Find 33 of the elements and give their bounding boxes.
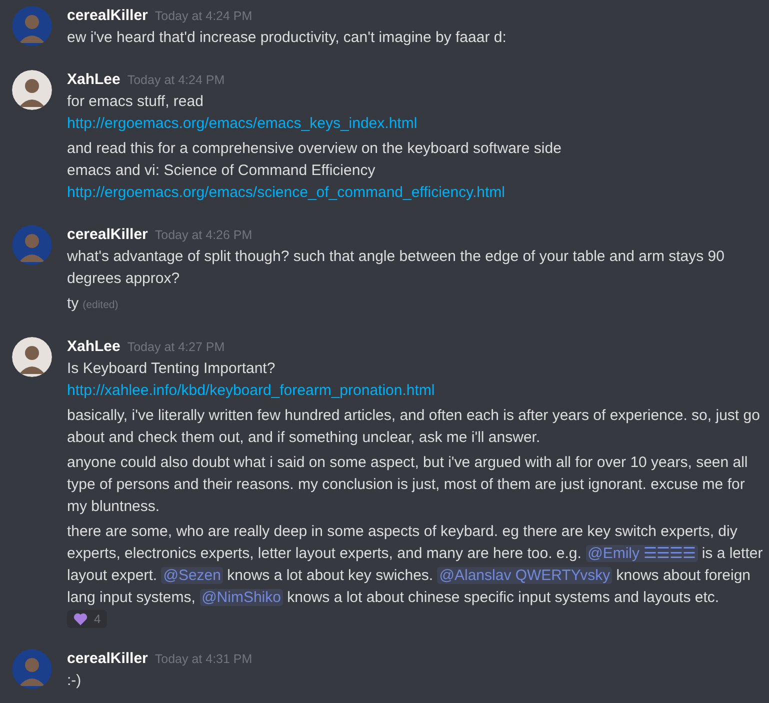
message-text: Is Keyboard Tenting Important? — [67, 359, 276, 379]
username[interactable]: XahLee — [67, 336, 120, 358]
message-text: basically, i've literally written few hundred articles, and often each is after years of experience. so, just go about and check them out, and if something unclear, ask me i'll answer. — [67, 406, 761, 448]
avatar[interactable] — [12, 337, 52, 377]
heart-icon — [73, 612, 88, 626]
user-mention[interactable]: @Alanslav QWERTYvsky — [437, 567, 612, 584]
message-text: ty — [67, 294, 79, 314]
username[interactable]: cerealKiller — [67, 648, 148, 670]
message-text: and read this for a comprehensive overview on the keyboard software side — [67, 139, 562, 159]
timestamp: Today at 4:24 PM — [127, 72, 225, 89]
link[interactable]: http://ergoemacs.org/emacs/science_of_command_efficiency.html — [67, 182, 505, 204]
user-mention[interactable]: @Sezen — [161, 567, 223, 584]
avatar[interactable] — [12, 70, 52, 110]
timestamp: Today at 4:27 PM — [127, 339, 225, 356]
message-text: for emacs stuff, read — [67, 92, 204, 112]
link[interactable]: http://ergoemacs.org/emacs/emacs_keys_index.html — [67, 113, 418, 135]
reaction-button[interactable]: 4 — [67, 610, 107, 628]
user-mention[interactable]: @Emily ☰☰☰☰ — [586, 545, 698, 562]
edited-label: (edited) — [82, 298, 118, 313]
message-text: what's advantage of split though? such that angle between the edge of your table and arm stays 90 degrees approx? — [67, 247, 726, 289]
username[interactable]: cerealKiller — [67, 5, 148, 27]
link[interactable]: http://xahlee.info/kbd/keyboard_forearm_pronation.html — [67, 380, 435, 402]
user-mention[interactable]: @NimShiko — [200, 589, 283, 606]
message-text: emacs and vi: Science of Command Efficiency — [67, 161, 376, 181]
username[interactable]: XahLee — [67, 69, 120, 91]
timestamp: Today at 4:24 PM — [154, 8, 252, 25]
timestamp: Today at 4:31 PM — [154, 651, 252, 668]
message-text: ew i've heard that'd increase productivity, can't imagine by faaar d: — [67, 28, 506, 48]
username[interactable]: cerealKiller — [67, 224, 148, 246]
timestamp: Today at 4:26 PM — [154, 227, 252, 244]
message-text: :-) — [67, 671, 82, 691]
message-text: anyone could also doubt what i said on some aspect, but i've argued with all for over 10 years, seen all type of persons and their reasons. my conclusion is just, most of them are just ignorant. excuse me for my bluntness. — [67, 453, 749, 517]
message-text: there are some, who are really deep in some aspects of keybard. eg there are key switch experts, diy experts, electronics experts, letter layout experts, and many are here too. e.g. @Emily ☰☰☰☰ is a letter layout expert. @Sezen knows a lot about key swiches. @Alanslav QWERTYvsky knows about foreign lang input systems, @NimShiko knows a lot about chinese specific input systems and layouts etc. — [67, 522, 764, 608]
